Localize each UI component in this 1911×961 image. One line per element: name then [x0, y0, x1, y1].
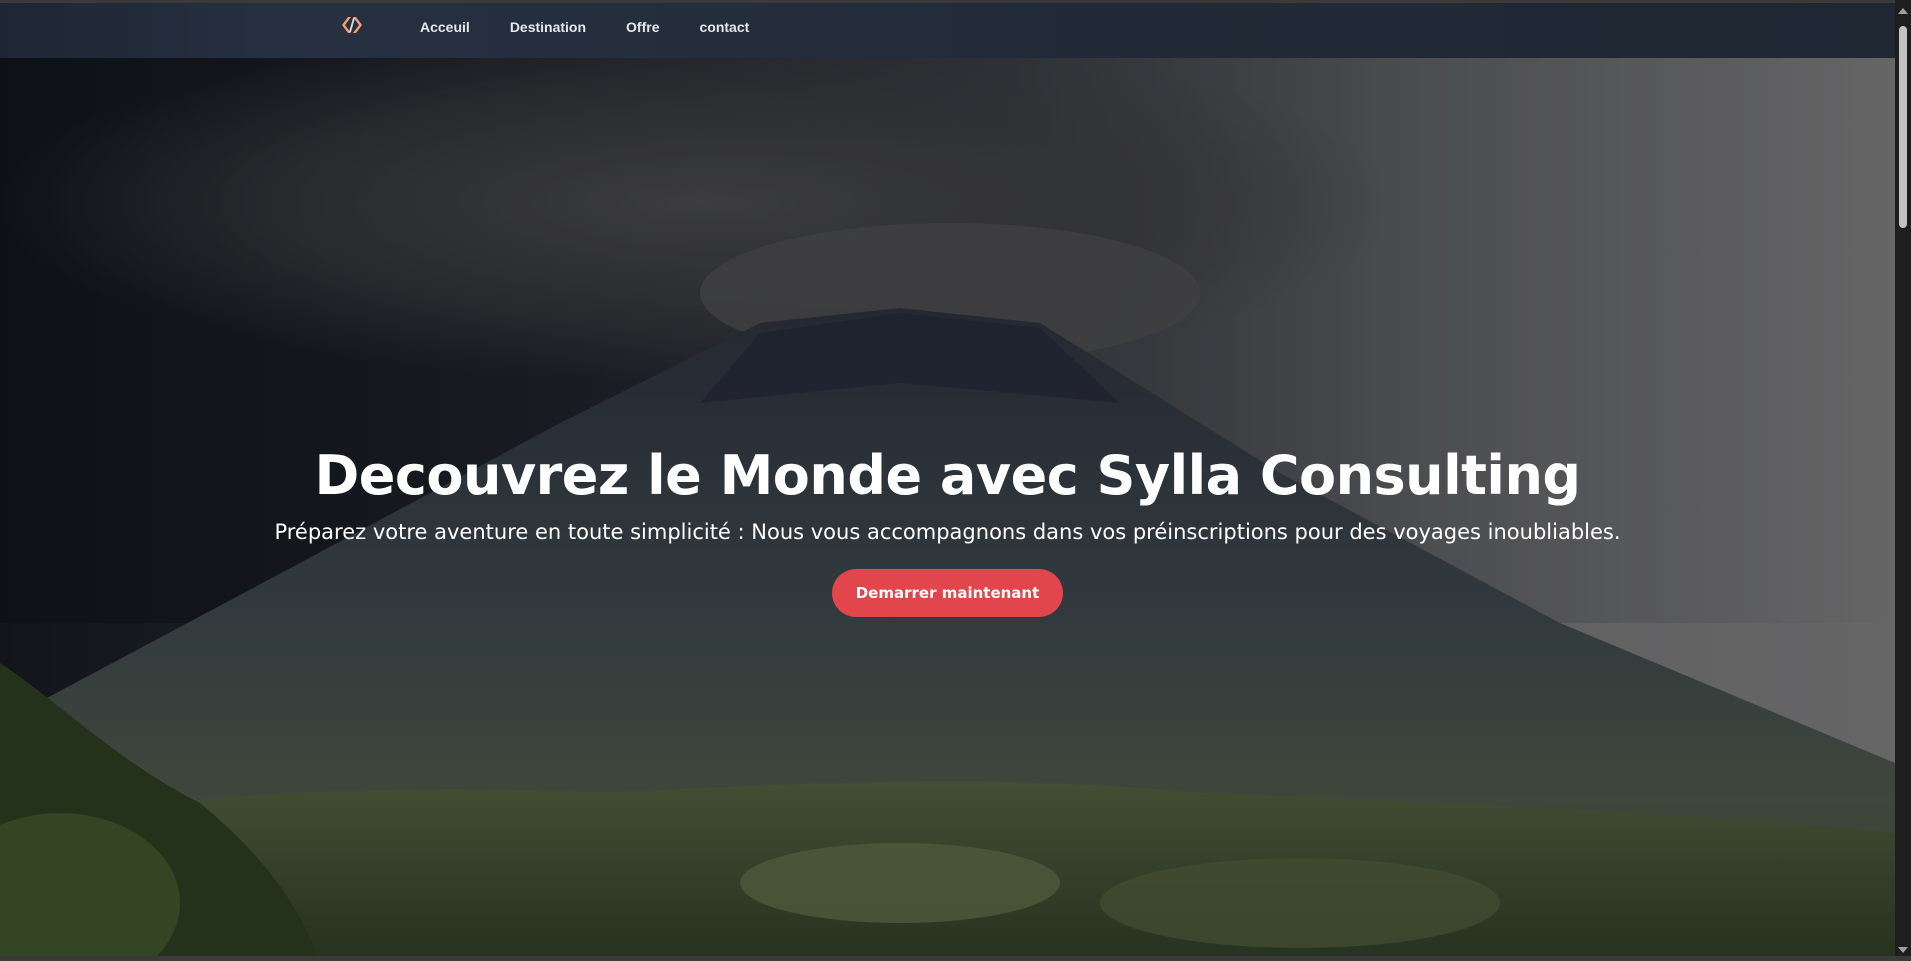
hero-content: Decouvrez le Monde avec Sylla Consulting… [0, 443, 1895, 617]
scrollbar-thumb[interactable] [1899, 26, 1907, 228]
top-navbar: Acceuil Destination Offre contact [0, 3, 1895, 58]
nav-link-contact[interactable]: contact [700, 19, 750, 35]
scroll-up-arrow-icon[interactable] [1898, 8, 1908, 14]
scroll-down-arrow-icon[interactable] [1898, 947, 1908, 953]
nav-link-offre[interactable]: Offre [626, 19, 659, 35]
nav-link-acceuil[interactable]: Acceuil [420, 19, 470, 35]
main-nav: Acceuil Destination Offre contact [420, 19, 789, 35]
browser-viewport: Acceuil Destination Offre contact Decouv… [0, 0, 1895, 961]
nav-link-destination[interactable]: Destination [510, 19, 586, 35]
start-now-button[interactable]: Demarrer maintenant [831, 569, 1064, 617]
hero-subtitle: Préparez votre aventure en toute simplic… [274, 520, 1621, 544]
hero-title: Decouvrez le Monde avec Sylla Consulting [314, 444, 1581, 507]
code-bracket-logo-icon[interactable] [340, 15, 364, 35]
window-bottom-border [0, 956, 1911, 961]
vertical-scrollbar[interactable] [1895, 0, 1911, 961]
